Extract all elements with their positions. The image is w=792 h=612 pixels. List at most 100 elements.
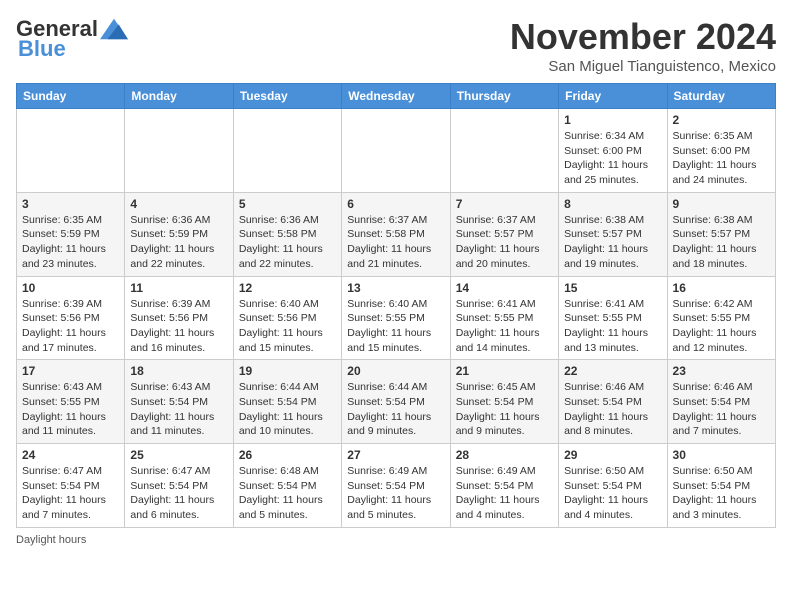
logo-icon (100, 18, 128, 40)
calendar-cell: 19 Sunrise: 6:44 AM Sunset: 5:54 PM Dayli… (233, 360, 341, 444)
calendar-cell: 16 Sunrise: 6:42 AM Sunset: 5:55 PM Dayli… (667, 276, 775, 360)
day-info: Sunrise: 6:37 AM Sunset: 5:58 PM Dayligh… (347, 213, 444, 272)
day-info: Sunrise: 6:47 AM Sunset: 5:54 PM Dayligh… (22, 464, 119, 523)
calendar-cell: 18 Sunrise: 6:43 AM Sunset: 5:54 PM Dayli… (125, 360, 233, 444)
calendar-cell: 12 Sunrise: 6:40 AM Sunset: 5:56 PM Dayli… (233, 276, 341, 360)
day-info: Sunrise: 6:40 AM Sunset: 5:55 PM Dayligh… (347, 297, 444, 356)
day-number: 20 (347, 364, 444, 378)
weekday-saturday: Saturday (667, 84, 775, 109)
calendar-cell (17, 109, 125, 193)
day-info: Sunrise: 6:48 AM Sunset: 5:54 PM Dayligh… (239, 464, 336, 523)
day-number: 27 (347, 448, 444, 462)
calendar-cell: 22 Sunrise: 6:46 AM Sunset: 5:54 PM Dayli… (559, 360, 667, 444)
day-info: Sunrise: 6:42 AM Sunset: 5:55 PM Dayligh… (673, 297, 770, 356)
day-info: Sunrise: 6:35 AM Sunset: 5:59 PM Dayligh… (22, 213, 119, 272)
title-block: November 2024 San Miguel Tianguistenco, … (510, 16, 776, 75)
calendar-cell: 30 Sunrise: 6:50 AM Sunset: 5:54 PM Dayli… (667, 444, 775, 528)
day-info: Sunrise: 6:46 AM Sunset: 5:54 PM Dayligh… (564, 380, 661, 439)
calendar-cell: 5 Sunrise: 6:36 AM Sunset: 5:58 PM Daylig… (233, 192, 341, 276)
calendar-cell: 4 Sunrise: 6:36 AM Sunset: 5:59 PM Daylig… (125, 192, 233, 276)
weekday-header: SundayMondayTuesdayWednesdayThursdayFrid… (17, 84, 776, 109)
day-number: 11 (130, 281, 227, 295)
calendar: SundayMondayTuesdayWednesdayThursdayFrid… (16, 83, 776, 528)
day-number: 29 (564, 448, 661, 462)
day-info: Sunrise: 6:41 AM Sunset: 5:55 PM Dayligh… (564, 297, 661, 356)
calendar-cell (450, 109, 558, 193)
calendar-week-2: 3Sunrise: 6:35 AM Sunset: 5:59 PM Daylig… (17, 192, 776, 276)
day-info: Sunrise: 6:35 AM Sunset: 6:00 PM Dayligh… (673, 129, 770, 188)
calendar-cell: 24Sunrise: 6:47 AM Sunset: 5:54 PM Dayli… (17, 444, 125, 528)
day-number: 23 (673, 364, 770, 378)
day-number: 6 (347, 197, 444, 211)
day-number: 12 (239, 281, 336, 295)
day-info: Sunrise: 6:37 AM Sunset: 5:57 PM Dayligh… (456, 213, 553, 272)
calendar-week-5: 24Sunrise: 6:47 AM Sunset: 5:54 PM Dayli… (17, 444, 776, 528)
day-number: 5 (239, 197, 336, 211)
weekday-sunday: Sunday (17, 84, 125, 109)
day-info: Sunrise: 6:44 AM Sunset: 5:54 PM Dayligh… (347, 380, 444, 439)
day-number: 28 (456, 448, 553, 462)
calendar-cell: 8 Sunrise: 6:38 AM Sunset: 5:57 PM Daylig… (559, 192, 667, 276)
day-info: Sunrise: 6:38 AM Sunset: 5:57 PM Dayligh… (564, 213, 661, 272)
day-number: 25 (130, 448, 227, 462)
day-info: Sunrise: 6:50 AM Sunset: 5:54 PM Dayligh… (564, 464, 661, 523)
calendar-cell: 26Sunrise: 6:48 AM Sunset: 5:54 PM Dayli… (233, 444, 341, 528)
day-number: 16 (673, 281, 770, 295)
day-number: 22 (564, 364, 661, 378)
day-number: 19 (239, 364, 336, 378)
calendar-cell: 21Sunrise: 6:45 AM Sunset: 5:54 PM Dayli… (450, 360, 558, 444)
day-number: 15 (564, 281, 661, 295)
page-header: General Blue November 2024 San Miguel Ti… (16, 16, 776, 75)
calendar-cell: 3Sunrise: 6:35 AM Sunset: 5:59 PM Daylig… (17, 192, 125, 276)
daylight-label: Daylight hours (16, 534, 86, 546)
calendar-cell: 15 Sunrise: 6:41 AM Sunset: 5:55 PM Dayli… (559, 276, 667, 360)
day-info: Sunrise: 6:43 AM Sunset: 5:55 PM Dayligh… (22, 380, 119, 439)
day-number: 14 (456, 281, 553, 295)
calendar-cell: 29 Sunrise: 6:50 AM Sunset: 5:54 PM Dayli… (559, 444, 667, 528)
calendar-cell: 1 Sunrise: 6:34 AM Sunset: 6:00 PM Daylig… (559, 109, 667, 193)
logo-blue: Blue (18, 36, 66, 62)
weekday-thursday: Thursday (450, 84, 558, 109)
day-info: Sunrise: 6:43 AM Sunset: 5:54 PM Dayligh… (130, 380, 227, 439)
calendar-week-3: 10 Sunrise: 6:39 AM Sunset: 5:56 PM Dayli… (17, 276, 776, 360)
day-info: Sunrise: 6:41 AM Sunset: 5:55 PM Dayligh… (456, 297, 553, 356)
calendar-cell (125, 109, 233, 193)
calendar-cell: 7Sunrise: 6:37 AM Sunset: 5:57 PM Daylig… (450, 192, 558, 276)
calendar-cell: 27 Sunrise: 6:49 AM Sunset: 5:54 PM Dayli… (342, 444, 450, 528)
weekday-wednesday: Wednesday (342, 84, 450, 109)
day-number: 30 (673, 448, 770, 462)
day-number: 2 (673, 113, 770, 127)
calendar-cell (342, 109, 450, 193)
day-number: 8 (564, 197, 661, 211)
calendar-cell: 14 Sunrise: 6:41 AM Sunset: 5:55 PM Dayli… (450, 276, 558, 360)
weekday-tuesday: Tuesday (233, 84, 341, 109)
day-info: Sunrise: 6:46 AM Sunset: 5:54 PM Dayligh… (673, 380, 770, 439)
day-number: 18 (130, 364, 227, 378)
day-info: Sunrise: 6:40 AM Sunset: 5:56 PM Dayligh… (239, 297, 336, 356)
day-number: 13 (347, 281, 444, 295)
day-info: Sunrise: 6:36 AM Sunset: 5:59 PM Dayligh… (130, 213, 227, 272)
day-info: Sunrise: 6:50 AM Sunset: 5:54 PM Dayligh… (673, 464, 770, 523)
weekday-monday: Monday (125, 84, 233, 109)
day-info: Sunrise: 6:36 AM Sunset: 5:58 PM Dayligh… (239, 213, 336, 272)
day-info: Sunrise: 6:44 AM Sunset: 5:54 PM Dayligh… (239, 380, 336, 439)
month-title: November 2024 (510, 16, 776, 58)
calendar-cell: 11 Sunrise: 6:39 AM Sunset: 5:56 PM Dayli… (125, 276, 233, 360)
day-number: 4 (130, 197, 227, 211)
calendar-cell: 2 Sunrise: 6:35 AM Sunset: 6:00 PM Daylig… (667, 109, 775, 193)
day-info: Sunrise: 6:49 AM Sunset: 5:54 PM Dayligh… (456, 464, 553, 523)
day-number: 17 (22, 364, 119, 378)
calendar-cell: 17 Sunrise: 6:43 AM Sunset: 5:55 PM Dayli… (17, 360, 125, 444)
calendar-cell: 28 Sunrise: 6:49 AM Sunset: 5:54 PM Dayli… (450, 444, 558, 528)
logo: General Blue (16, 16, 128, 62)
day-info: Sunrise: 6:47 AM Sunset: 5:54 PM Dayligh… (130, 464, 227, 523)
calendar-cell: 13 Sunrise: 6:40 AM Sunset: 5:55 PM Dayli… (342, 276, 450, 360)
day-info: Sunrise: 6:39 AM Sunset: 5:56 PM Dayligh… (130, 297, 227, 356)
calendar-cell: 9Sunrise: 6:38 AM Sunset: 5:57 PM Daylig… (667, 192, 775, 276)
day-number: 10 (22, 281, 119, 295)
day-info: Sunrise: 6:49 AM Sunset: 5:54 PM Dayligh… (347, 464, 444, 523)
calendar-cell: 20 Sunrise: 6:44 AM Sunset: 5:54 PM Dayli… (342, 360, 450, 444)
calendar-week-4: 17 Sunrise: 6:43 AM Sunset: 5:55 PM Dayli… (17, 360, 776, 444)
day-info: Sunrise: 6:34 AM Sunset: 6:00 PM Dayligh… (564, 129, 661, 188)
day-number: 1 (564, 113, 661, 127)
